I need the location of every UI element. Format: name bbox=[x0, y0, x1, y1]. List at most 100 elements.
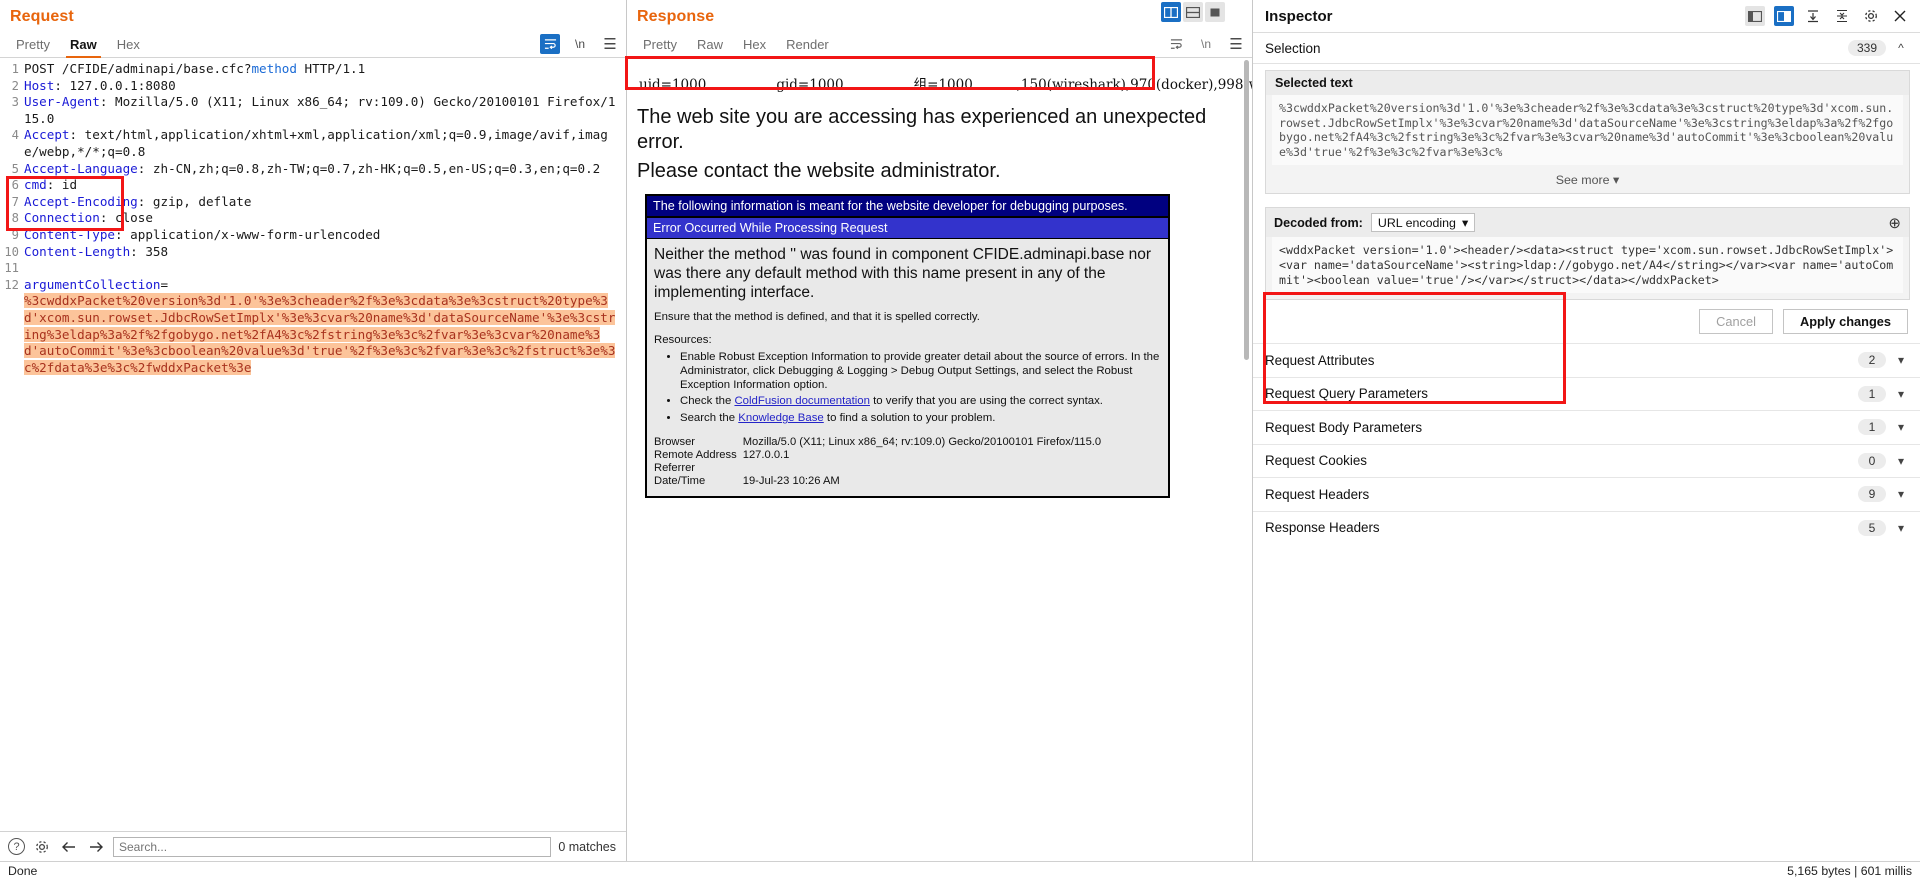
response-scrollbar[interactable] bbox=[1242, 58, 1251, 861]
response-body[interactable]: uid=1000 gid=1000 组=1000 ,150(wireshark)… bbox=[627, 58, 1252, 861]
status-bar: Done 5,165 bytes | 601 millis bbox=[0, 861, 1920, 880]
line-text: POST /CFIDE/adminapi/base.cfc?method HTT… bbox=[24, 61, 626, 78]
close-icon[interactable] bbox=[1890, 6, 1910, 26]
detail-key: Browser bbox=[654, 436, 743, 449]
tab-response-render[interactable]: Render bbox=[776, 35, 839, 57]
chevron-down-icon[interactable]: ▾ bbox=[1894, 387, 1908, 401]
inspector-panel: Inspector bbox=[1253, 0, 1920, 861]
decoding-select[interactable]: URL encoding ▾ bbox=[1371, 213, 1475, 232]
section-count-badge: 1 bbox=[1858, 386, 1886, 402]
wrap-lines-icon[interactable] bbox=[540, 34, 560, 54]
request-line: 6cmd: id bbox=[0, 177, 626, 194]
expand-vertical-icon[interactable] bbox=[1803, 6, 1823, 26]
detail-value: 127.0.0.1 bbox=[743, 449, 1161, 462]
token: = bbox=[160, 277, 168, 292]
split-vertical-icon[interactable] bbox=[1161, 2, 1181, 22]
request-line: 11 bbox=[0, 260, 626, 277]
see-more-button[interactable]: See more ▾ bbox=[1266, 165, 1909, 193]
decoding-select-value: URL encoding bbox=[1378, 216, 1456, 230]
cancel-button[interactable]: Cancel bbox=[1699, 309, 1773, 334]
single-pane-icon[interactable] bbox=[1205, 2, 1225, 22]
line-number: 8 bbox=[0, 210, 24, 227]
list-item: Check the ColdFusion documentation to ve… bbox=[680, 395, 1161, 409]
apply-changes-button[interactable]: Apply changes bbox=[1783, 309, 1908, 334]
response-title: Response bbox=[627, 0, 1252, 30]
split-horizontal-icon[interactable] bbox=[1183, 2, 1203, 22]
tab-response-hex[interactable]: Hex bbox=[733, 35, 776, 57]
gear-icon[interactable] bbox=[32, 837, 52, 857]
gear-icon[interactable] bbox=[1861, 6, 1881, 26]
question-mark-icon[interactable]: ? bbox=[8, 838, 25, 855]
newline-icon[interactable]: \n bbox=[1196, 34, 1216, 54]
inspector-header-actions bbox=[1745, 6, 1910, 26]
request-line: 3User-Agent: Mozilla/5.0 (X11; Linux x86… bbox=[0, 94, 626, 127]
token: : zh-CN,zh;q=0.8,zh-TW;q=0.7,zh-HK;q=0.5… bbox=[138, 161, 601, 176]
inspector-title: Inspector bbox=[1265, 8, 1333, 25]
collapse-vertical-icon[interactable] bbox=[1832, 6, 1852, 26]
coldfusion-documentation-link[interactable]: ColdFusion documentation bbox=[734, 395, 870, 407]
decoded-value[interactable]: <wddxPacket version='1.0'><header/><data… bbox=[1272, 237, 1903, 293]
newline-icon[interactable]: \n bbox=[570, 34, 590, 54]
highlighted-payload: %3cwddxPacket%20version%3d'1.0'%3e%3chea… bbox=[24, 293, 615, 374]
selected-text-value[interactable]: %3cwddxPacket%20version%3d'1.0'%3e%3chea… bbox=[1272, 95, 1903, 165]
menu-icon[interactable]: ☰ bbox=[600, 34, 620, 54]
section-request-attributes[interactable]: Request Attributes 2 ▾ bbox=[1253, 343, 1920, 377]
chevron-down-icon[interactable]: ▾ bbox=[1894, 521, 1908, 535]
resource-text: Search the bbox=[680, 412, 738, 424]
selected-text-title: Selected text bbox=[1266, 71, 1909, 95]
line-text: Content-Length: 358 bbox=[24, 244, 626, 261]
section-count-badge: 2 bbox=[1858, 352, 1886, 368]
detail-value bbox=[743, 462, 1161, 475]
chevron-down-icon[interactable]: ▾ bbox=[1894, 353, 1908, 367]
line-text: Accept: text/html,application/xhtml+xml,… bbox=[24, 127, 626, 160]
plus-circle-icon[interactable]: ⊕ bbox=[1888, 214, 1901, 232]
panel-right-icon[interactable] bbox=[1774, 6, 1794, 26]
line-number: 5 bbox=[0, 161, 24, 178]
token-hdr-name: Content-Length bbox=[24, 244, 130, 259]
section-request-body-parameters[interactable]: Request Body Parameters 1 ▾ bbox=[1253, 410, 1920, 444]
token-kw-blue: method bbox=[251, 61, 297, 76]
detail-key: Referrer bbox=[654, 462, 743, 475]
tab-request-raw[interactable]: Raw bbox=[60, 35, 107, 57]
menu-icon[interactable]: ☰ bbox=[1226, 34, 1246, 54]
tab-response-raw[interactable]: Raw bbox=[687, 35, 733, 57]
section-request-headers[interactable]: Request Headers 9 ▾ bbox=[1253, 477, 1920, 511]
arrow-left-icon[interactable] bbox=[59, 837, 79, 857]
chevron-down-icon[interactable]: ▾ bbox=[1894, 420, 1908, 434]
section-request-query-parameters[interactable]: Request Query Parameters 1 ▾ bbox=[1253, 377, 1920, 411]
search-input[interactable] bbox=[113, 837, 551, 857]
tab-request-hex[interactable]: Hex bbox=[107, 35, 150, 57]
line-text: User-Agent: Mozilla/5.0 (X11; Linux x86_… bbox=[24, 94, 626, 127]
token: : gzip, deflate bbox=[138, 194, 252, 209]
section-label: Request Cookies bbox=[1265, 453, 1367, 468]
wrap-lines-icon[interactable] bbox=[1166, 34, 1186, 54]
line-number: 4 bbox=[0, 127, 24, 144]
table-row: Date/Time 19-Jul-23 10:26 AM bbox=[654, 475, 1161, 488]
panels-container: Request Pretty Raw Hex \n ☰ 1POST /CFIDE… bbox=[0, 0, 1920, 861]
coldfusion-error-banner: Error Occurred While Processing Request bbox=[647, 217, 1168, 239]
response-toolbar: \n ☰ bbox=[1166, 34, 1246, 57]
panel-left-icon[interactable] bbox=[1745, 6, 1765, 26]
line-number: 2 bbox=[0, 78, 24, 95]
tab-request-pretty[interactable]: Pretty bbox=[6, 35, 60, 57]
request-line: 8Connection: close bbox=[0, 210, 626, 227]
knowledge-base-link[interactable]: Knowledge Base bbox=[738, 412, 824, 424]
token: HTTP/1.1 bbox=[297, 61, 365, 76]
error-message-primary: The web site you are accessing has exper… bbox=[637, 105, 1242, 155]
chevron-down-icon[interactable]: ▾ bbox=[1894, 454, 1908, 468]
request-editor[interactable]: 1POST /CFIDE/adminapi/base.cfc?method HT… bbox=[0, 58, 626, 831]
selection-row[interactable]: Selection 339 ^ bbox=[1253, 33, 1920, 64]
list-item: Search the Knowledge Base to find a solu… bbox=[680, 412, 1161, 426]
tab-response-pretty[interactable]: Pretty bbox=[633, 35, 687, 57]
status-left: Done bbox=[8, 864, 37, 878]
chevron-down-icon[interactable]: ▾ bbox=[1894, 487, 1908, 501]
selected-text-card: Selected text %3cwddxPacket%20version%3d… bbox=[1265, 70, 1910, 194]
arrow-right-icon[interactable] bbox=[86, 837, 106, 857]
section-response-headers[interactable]: Response Headers 5 ▾ bbox=[1253, 511, 1920, 545]
decoded-from-label: Decoded from: bbox=[1274, 216, 1363, 230]
section-count-badge: 5 bbox=[1858, 520, 1886, 536]
burp-http-message-view: Request Pretty Raw Hex \n ☰ 1POST /CFIDE… bbox=[0, 0, 1920, 880]
chevron-up-icon[interactable]: ^ bbox=[1894, 41, 1908, 55]
line-text: cmd: id bbox=[24, 177, 626, 194]
section-request-cookies[interactable]: Request Cookies 0 ▾ bbox=[1253, 444, 1920, 478]
